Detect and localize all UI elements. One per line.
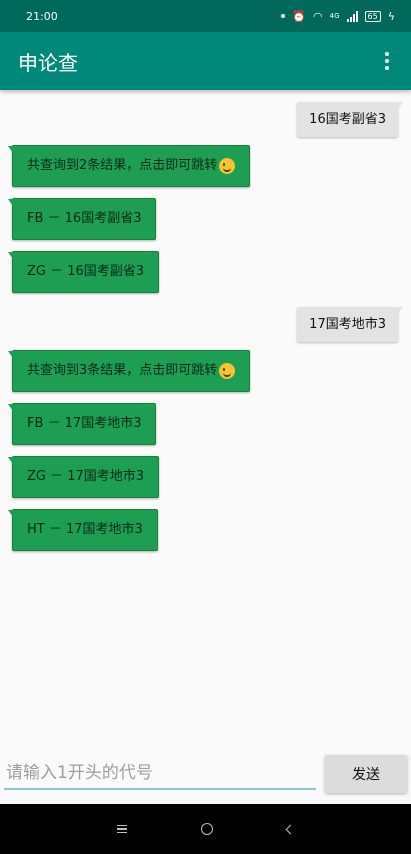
chat-list[interactable]: 16国考副省3 共查询到2条结果，点击即可跳转 FB － 16国考副省3 ZG …	[0, 90, 411, 750]
status-time: 21:00	[26, 9, 58, 23]
user-message: 17国考地市3	[297, 307, 403, 342]
battery-icon: 65	[364, 10, 381, 22]
message-text: 共查询到3条结果，点击即可跳转	[27, 363, 218, 379]
message-text: 16国考副省3	[309, 111, 386, 127]
result-link[interactable]: FB － 16国考副省3	[7, 198, 157, 240]
charging-icon: ϟ	[387, 9, 395, 23]
message-text: FB － 17国考地市3	[27, 416, 142, 432]
wink-emoji-icon	[219, 363, 236, 379]
wink-emoji-icon	[219, 158, 236, 174]
message-text: 共查询到2条结果，点击即可跳转	[27, 158, 218, 174]
message-text: FB － 16国考副省3	[27, 211, 142, 227]
result-link[interactable]: ZG － 17国考地市3	[7, 456, 160, 498]
more-vert-icon[interactable]	[379, 52, 395, 70]
message-text: 17国考地市3	[309, 316, 386, 332]
result-link[interactable]: FB － 17国考地市3	[7, 403, 157, 445]
status-icons: ⏰ ◠ 4G 65 ϟ	[281, 10, 395, 23]
recents-icon[interactable]	[117, 824, 127, 834]
user-message: 16国考副省3	[297, 102, 403, 137]
page-title: 申论查	[18, 50, 78, 75]
notification-dot-icon	[281, 14, 286, 18]
input-row: 发送	[0, 750, 411, 804]
app-bar: 申论查	[0, 32, 411, 90]
send-button[interactable]: 发送	[325, 755, 407, 793]
home-icon[interactable]	[201, 823, 213, 835]
network-type: 4G	[329, 12, 340, 20]
result-link[interactable]: ZG － 16国考副省3	[7, 251, 160, 293]
signal-icon	[346, 10, 358, 22]
wifi-icon: ◠	[313, 9, 323, 23]
message-text: ZG － 17国考地市3	[27, 469, 145, 485]
bot-message: 共查询到3条结果，点击即可跳转	[7, 350, 251, 392]
message-text: ZG － 16国考副省3	[27, 264, 145, 280]
code-input[interactable]	[4, 758, 316, 790]
bot-message: 共查询到2条结果，点击即可跳转	[7, 145, 251, 187]
status-bar: 21:00 ⏰ ◠ 4G 65 ϟ	[0, 0, 411, 32]
navigation-bar	[0, 804, 411, 854]
result-link[interactable]: HT － 17国考地市3	[8, 509, 158, 551]
alarm-icon: ⏰	[292, 9, 307, 23]
message-text: HT － 17国考地市3	[27, 522, 143, 538]
back-icon[interactable]	[285, 824, 296, 834]
